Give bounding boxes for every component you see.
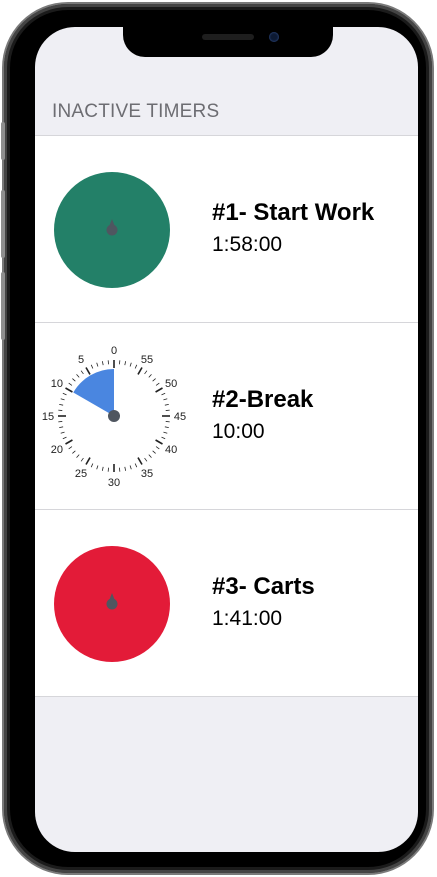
dial-label: 45: [174, 411, 186, 423]
section-header: INACTIVE TIMERS: [52, 101, 220, 122]
speaker-grille: [202, 34, 254, 40]
front-camera-icon: [269, 32, 279, 42]
timer-duration: 10:00: [212, 420, 265, 443]
dial-label: 40: [165, 444, 177, 456]
timer-name: #3- Carts: [212, 573, 315, 600]
dial-label: 55: [141, 354, 153, 366]
timer-name: #1- Start Work: [212, 199, 375, 226]
mute-switch: [1, 122, 5, 160]
timer-disc-icon: [53, 545, 171, 663]
volume-down-button: [1, 272, 5, 340]
app-screen: INACTIVE TIMERS #1- Start Work 1:58:00 0…: [35, 27, 418, 852]
volume-up-button: [1, 190, 5, 258]
dial-label: 20: [51, 444, 63, 456]
dial-label: 30: [108, 477, 120, 489]
dial-label: 50: [165, 378, 177, 390]
timer-disc-icon: [53, 171, 171, 289]
timer-duration: 1:58:00: [212, 233, 283, 256]
timer-row-2[interactable]: 0 55 50 45 40 35 30 25 20 15 10 5 #2-Break 10:00: [35, 323, 418, 510]
dial-label: 35: [141, 468, 153, 480]
timer-duration: 1:41:00: [212, 607, 283, 630]
timer-name: #2-Break: [212, 386, 314, 413]
dial-label: 5: [78, 354, 84, 366]
timer-clock-dial-icon: 0 55 50 45 40 35 30 25 20 15 10 5: [39, 341, 189, 491]
notch: [123, 27, 333, 57]
dial-label: 15: [42, 411, 54, 423]
timer-row-3[interactable]: #3- Carts 1:41:00: [35, 510, 418, 696]
dial-label: 0: [111, 345, 117, 357]
timer-row-1[interactable]: #1- Start Work 1:58:00: [35, 136, 418, 323]
dial-label: 25: [75, 468, 87, 480]
timer-list: #1- Start Work 1:58:00 0 55 50 45 40 35 30 25 20…: [35, 135, 418, 697]
dial-label: 10: [51, 378, 63, 390]
